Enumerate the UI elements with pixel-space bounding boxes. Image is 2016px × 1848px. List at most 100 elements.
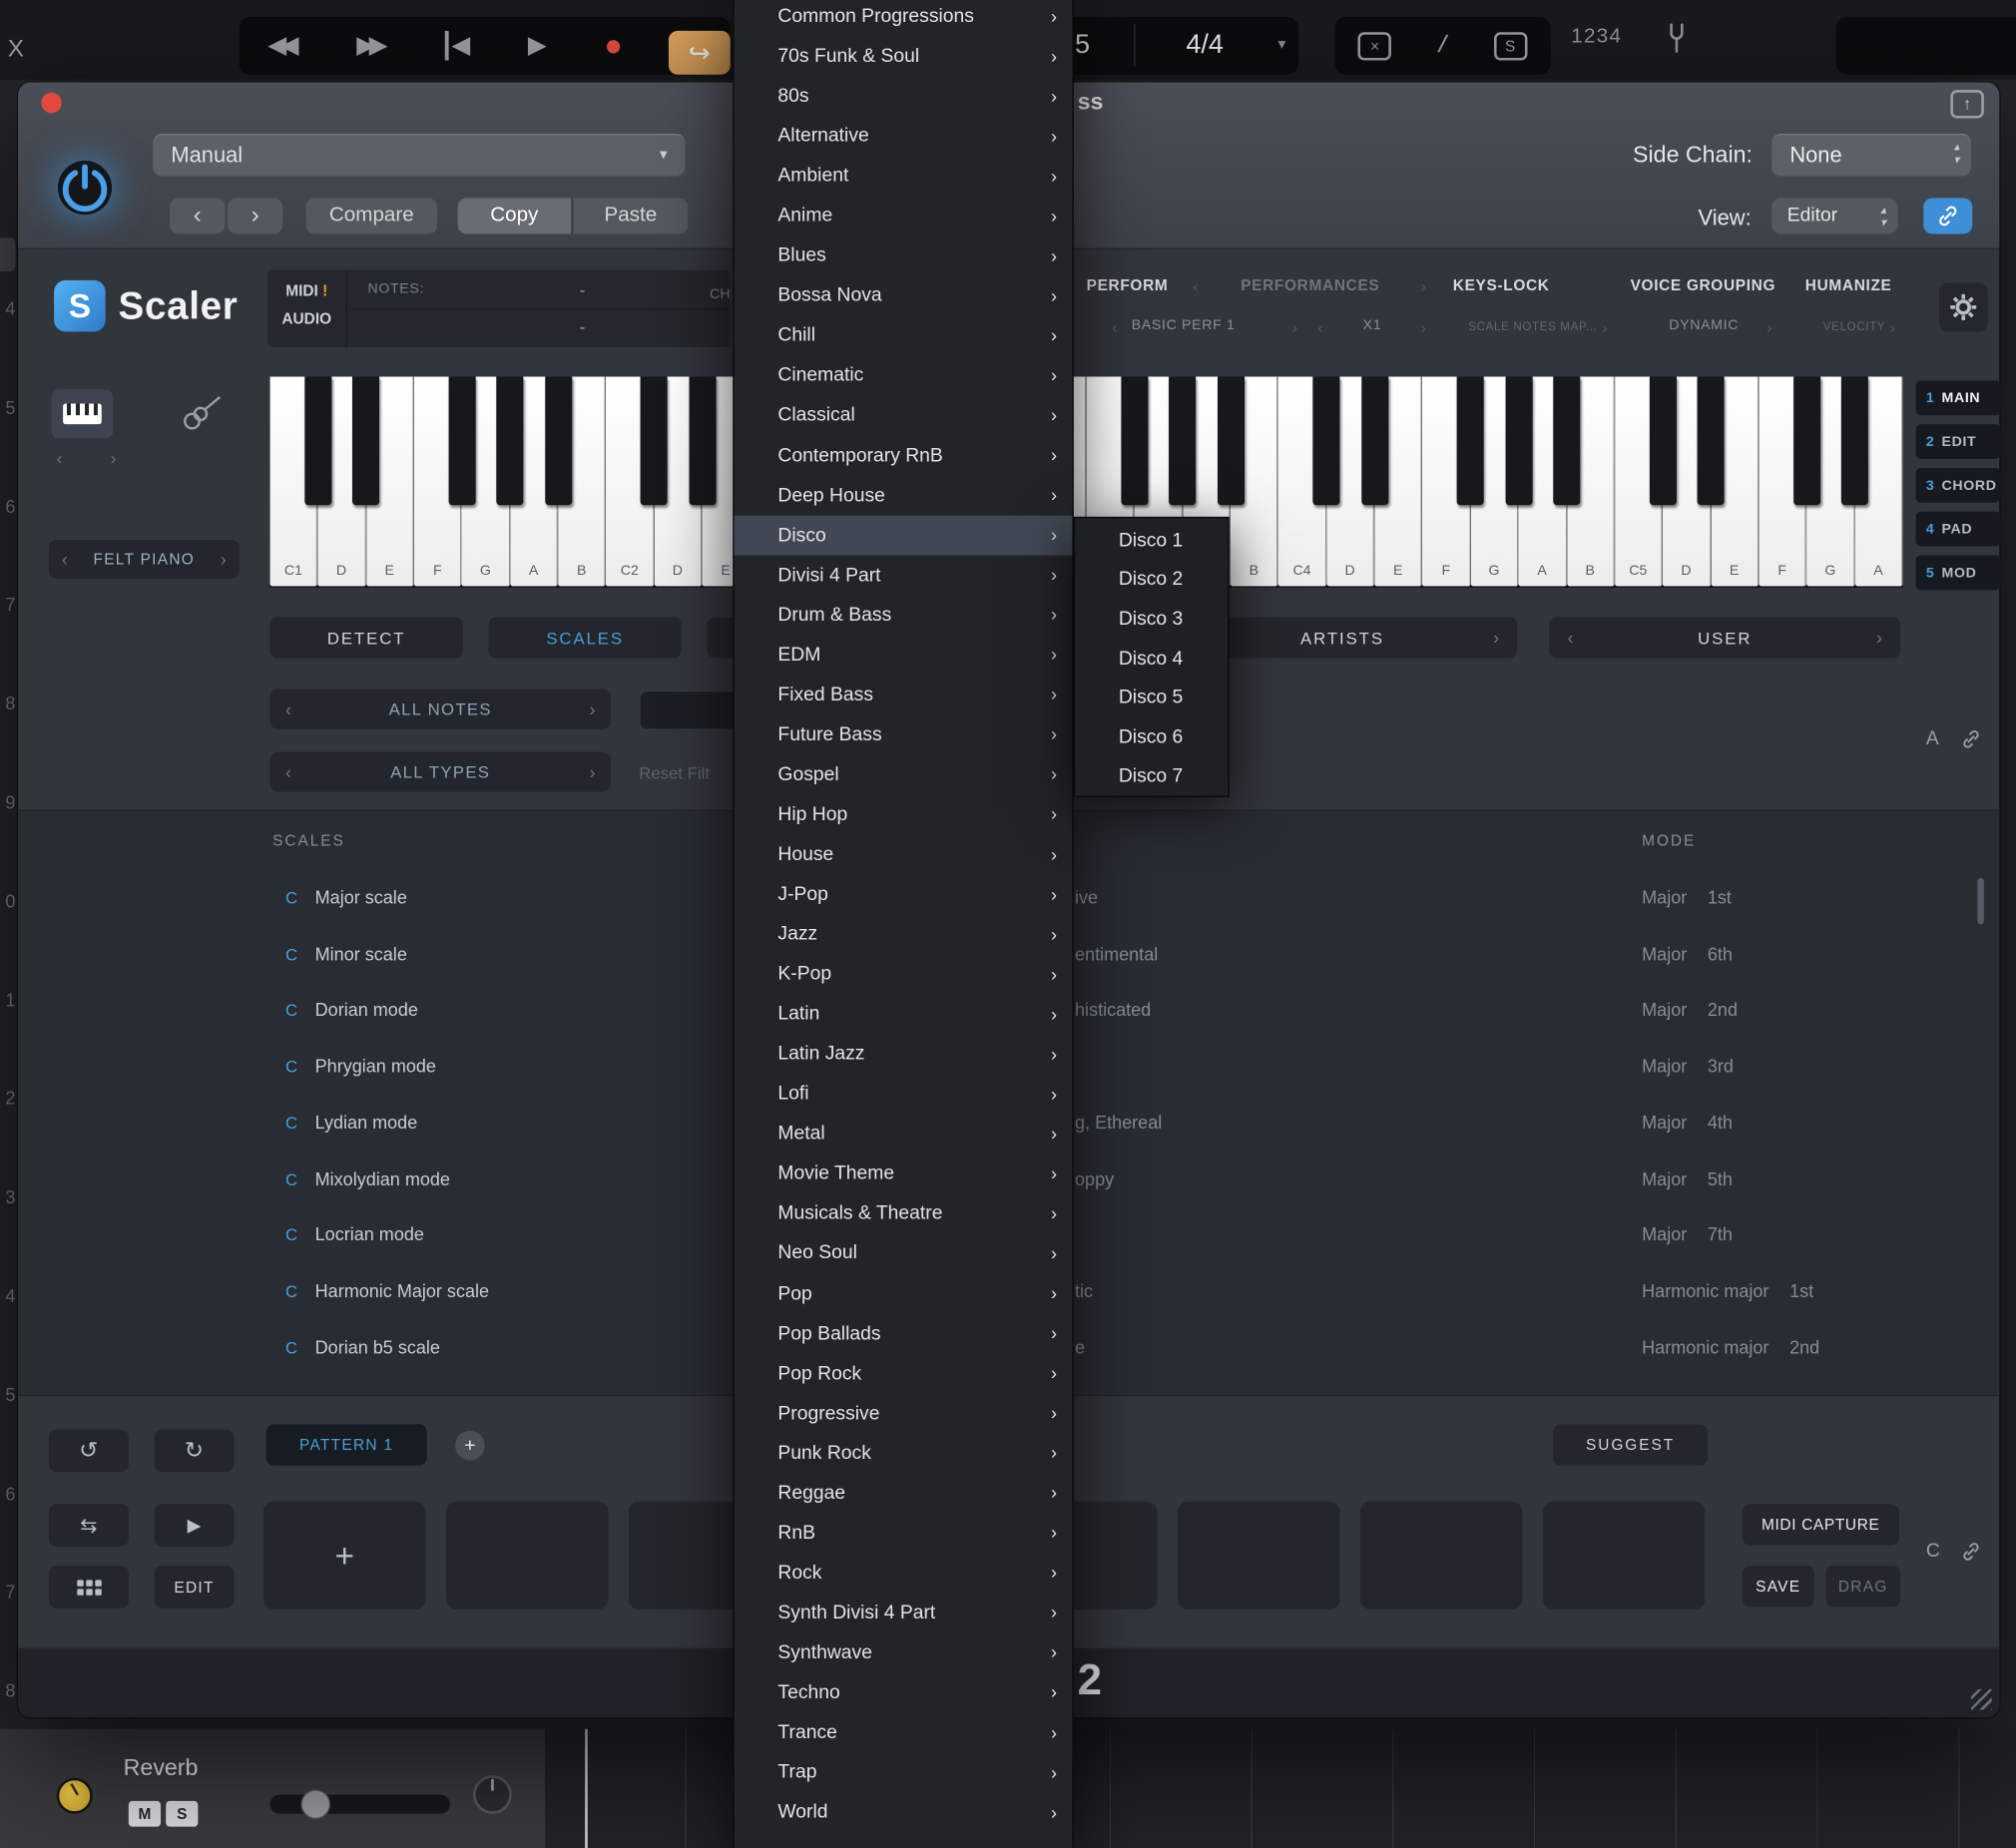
menu-item-musicals-theatre[interactable]: Musicals & Theatre› (735, 1193, 1073, 1233)
x-box-button[interactable]: × (1358, 32, 1391, 60)
menu-item-future-bass[interactable]: Future Bass› (735, 714, 1073, 754)
track-name[interactable]: Reverb (124, 1755, 199, 1782)
menu-item-pop-ballads[interactable]: Pop Ballads› (735, 1313, 1073, 1353)
side-tab-pad[interactable]: 4PAD (1916, 512, 2001, 547)
basic-perf-value[interactable]: BASIC PERF 1 (1132, 317, 1236, 332)
side-chain-dropdown[interactable]: None ▴▾ (1771, 134, 1971, 177)
black-key[interactable] (1169, 376, 1196, 505)
side-tab-main[interactable]: 1MAIN (1916, 380, 2001, 415)
black-key[interactable] (1553, 376, 1580, 505)
chevron-right-icon[interactable]: › (589, 761, 595, 782)
suggest-button[interactable]: SUGGEST (1553, 1424, 1708, 1465)
user-tab[interactable]: ‹ USER › (1549, 617, 1900, 658)
menu-item-progressive[interactable]: Progressive› (735, 1393, 1073, 1433)
menu-item-alternative[interactable]: Alternative› (735, 116, 1073, 156)
menu-item-drum-bass[interactable]: Drum & Bass› (735, 595, 1073, 635)
keys-lock-tab[interactable]: KEYS-LOCK (1453, 276, 1550, 294)
scrollbar[interactable] (1977, 878, 1983, 924)
submenu-item-disco-6[interactable]: Disco 6 (1075, 717, 1228, 756)
pattern-tab[interactable]: PATTERN 1 (266, 1424, 427, 1465)
black-key[interactable] (352, 376, 379, 505)
chevron-right-icon[interactable]: › (1421, 318, 1426, 336)
menu-item-common-progressions[interactable]: Common Progressions› (735, 0, 1073, 36)
black-key[interactable] (1841, 376, 1868, 505)
menu-item-deep-house[interactable]: Deep House› (735, 475, 1073, 515)
chevron-right-icon[interactable]: › (1292, 318, 1297, 336)
save-button[interactable]: SAVE (1743, 1566, 1814, 1607)
guitar-view-button[interactable] (170, 389, 232, 438)
settings-button[interactable] (1939, 282, 1988, 331)
dynamic-value[interactable]: DYNAMIC (1669, 317, 1739, 332)
menu-item-trance[interactable]: Trance› (735, 1712, 1073, 1752)
pattern-slot-6[interactable] (1178, 1502, 1339, 1610)
black-key[interactable] (545, 376, 572, 505)
menu-item-synth-divisi-4-part[interactable]: Synth Divisi 4 Part› (735, 1593, 1073, 1632)
channel-gain-knob[interactable] (57, 1778, 93, 1814)
menu-item-80s[interactable]: 80s› (735, 76, 1073, 116)
chevron-right-icon[interactable]: › (1890, 318, 1895, 336)
menu-item-latin-jazz[interactable]: Latin Jazz› (735, 1034, 1073, 1074)
chevron-left-icon[interactable]: ‹ (285, 698, 291, 719)
chevron-left-icon[interactable]: ‹ (1318, 318, 1323, 336)
submenu-item-disco-4[interactable]: Disco 4 (1075, 639, 1228, 678)
pattern-slot-8[interactable] (1543, 1502, 1705, 1610)
menu-item-hip-hop[interactable]: Hip Hop› (735, 794, 1073, 834)
chevron-left-icon[interactable]: ‹ (1567, 628, 1573, 649)
black-key[interactable] (1457, 376, 1484, 505)
menu-item-pop-rock[interactable]: Pop Rock› (735, 1353, 1073, 1393)
black-key[interactable] (1121, 376, 1148, 505)
paste-button[interactable]: Paste (572, 198, 688, 233)
playhead[interactable] (585, 1729, 588, 1848)
resize-grip[interactable] (1971, 1689, 1992, 1710)
black-key[interactable] (497, 376, 524, 505)
next-preset-button[interactable]: › (228, 198, 282, 233)
menu-item-divisi-4-part[interactable]: Divisi 4 Part› (735, 555, 1073, 595)
menu-item-reggae[interactable]: Reggae› (735, 1473, 1073, 1513)
grid-view-button[interactable] (49, 1566, 129, 1609)
menu-item-bossa-nova[interactable]: Bossa Nova› (735, 275, 1073, 315)
humanize-tab[interactable]: HUMANIZE (1805, 276, 1892, 294)
detect-button[interactable]: DETECT (270, 617, 463, 658)
menu-item-blues[interactable]: Blues› (735, 235, 1073, 275)
midi-label[interactable]: MIDI ! (267, 281, 346, 299)
redo-button[interactable]: ↻ (155, 1430, 235, 1473)
chevron-right-icon[interactable]: › (1602, 318, 1607, 336)
black-key[interactable] (1793, 376, 1820, 505)
black-key[interactable] (448, 376, 475, 505)
tuning-fork-icon[interactable] (1664, 21, 1690, 57)
menu-item-punk-rock[interactable]: Punk Rock› (735, 1433, 1073, 1473)
black-key[interactable] (1698, 376, 1725, 505)
go-to-start-button[interactable]: ◀ (445, 31, 470, 61)
chevron-left-icon[interactable]: ‹ (57, 449, 63, 468)
black-key[interactable] (641, 376, 668, 505)
all-notes-filter[interactable]: ‹ ALL NOTES › (270, 690, 611, 729)
prev-preset-button[interactable]: ‹ (170, 198, 225, 233)
mute-button[interactable]: M (129, 1801, 161, 1827)
menu-item-ambient[interactable]: Ambient› (735, 156, 1073, 196)
velocity-value[interactable]: VELOCITY (1823, 320, 1886, 333)
menu-item-rnb[interactable]: RnB› (735, 1513, 1073, 1553)
side-tab-edit[interactable]: 2EDIT (1916, 424, 2001, 459)
chevron-right-icon[interactable]: › (221, 549, 227, 570)
chevron-right-icon[interactable]: › (1421, 277, 1426, 295)
power-button[interactable] (49, 152, 121, 224)
menu-item-fixed-bass[interactable]: Fixed Bass› (735, 675, 1073, 714)
compare-button[interactable]: Compare (306, 198, 437, 233)
menu-item-pop[interactable]: Pop› (735, 1273, 1073, 1313)
loop-button[interactable]: ⇆ (49, 1504, 129, 1547)
side-tab-mod[interactable]: 5MOD (1916, 556, 2001, 591)
volume-slider[interactable] (270, 1794, 450, 1813)
chevron-left-icon[interactable]: ‹ (285, 761, 291, 782)
add-pattern-button[interactable]: + (455, 1431, 485, 1461)
keyboard-view-button[interactable] (52, 389, 114, 438)
submenu-item-disco-1[interactable]: Disco 1 (1075, 521, 1228, 560)
pan-knob[interactable] (473, 1775, 512, 1814)
submenu-item-disco-5[interactable]: Disco 5 (1075, 678, 1228, 716)
menu-item-gospel[interactable]: Gospel› (735, 754, 1073, 794)
pencil-icon[interactable]: / (1436, 30, 1449, 60)
rewind-button[interactable]: ◀◀ (267, 31, 298, 61)
menu-item-neo-soul[interactable]: Neo Soul› (735, 1233, 1073, 1273)
copy-button[interactable]: Copy (458, 198, 571, 233)
chevron-right-icon[interactable]: › (589, 698, 595, 719)
chevron-right-icon[interactable]: › (1876, 628, 1882, 649)
